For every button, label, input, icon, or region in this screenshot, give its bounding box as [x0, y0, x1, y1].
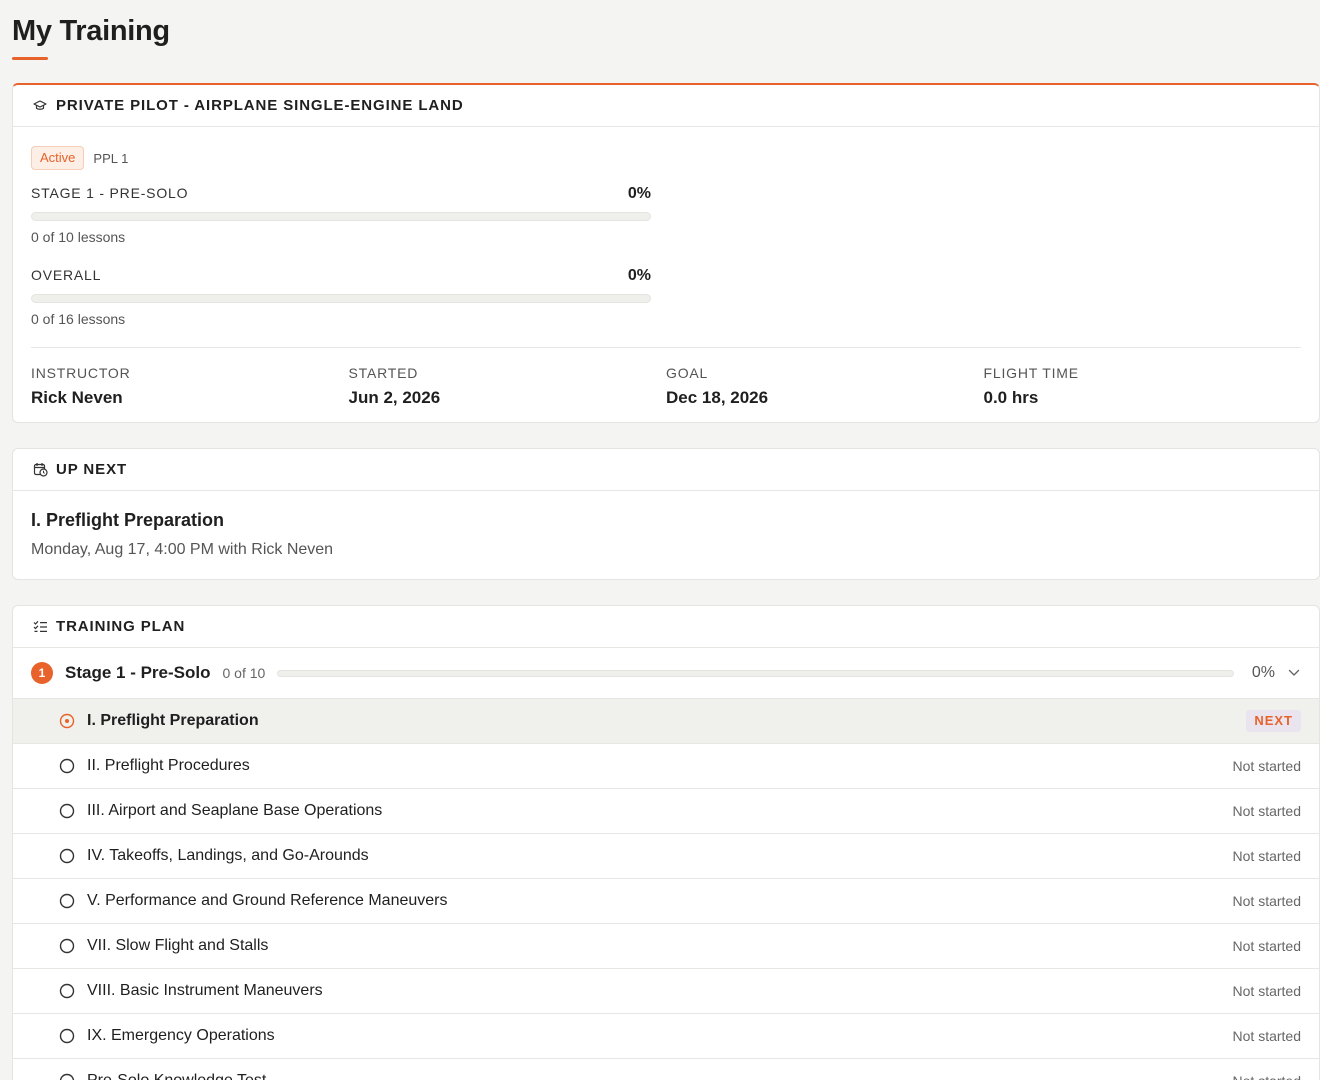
lesson-name: II. Preflight Procedures — [87, 757, 250, 774]
lesson-name: III. Airport and Seaplane Base Operation… — [87, 802, 383, 819]
overall-progress-bar — [31, 294, 651, 303]
meta-value: 0.0 hrs — [983, 388, 1039, 407]
meta-label: STARTED — [348, 365, 419, 381]
program-code: PPL 1 — [93, 150, 129, 166]
training-plan-header: TRAINING PLAN — [13, 606, 1319, 648]
circle-icon — [59, 1073, 75, 1080]
lesson-row[interactable]: III. Airport and Seaplane Base Operation… — [13, 789, 1319, 834]
up-next-lesson[interactable]: I. Preflight Preparation — [31, 510, 1301, 531]
page: My Training PRIVATE PILOT - AIRPLANE SIN… — [12, 0, 1320, 1080]
lesson-row[interactable]: V. Performance and Ground Reference Mane… — [13, 879, 1319, 924]
stage-progress: STAGE 1 - PRE-SOLO 0% 0 of 10 lessons — [31, 185, 651, 245]
next-badge: NEXT — [1246, 710, 1301, 732]
circle-icon — [59, 848, 75, 864]
target-circle-icon — [59, 713, 75, 729]
up-next-card: UP NEXT I. Preflight Preparation Monday,… — [12, 448, 1320, 580]
lesson-name: Pre-Solo Knowledge Test — [87, 1072, 1233, 1080]
divider — [31, 347, 1301, 348]
lesson-name: IV. Takeoffs, Landings, and Go-Arounds — [87, 847, 369, 864]
lesson-row[interactable]: Pre-Solo Knowledge TestNot started — [13, 1059, 1319, 1080]
program-card: PRIVATE PILOT - AIRPLANE SINGLE-ENGINE L… — [12, 83, 1320, 423]
stage-count: 0 of 10 — [222, 665, 266, 681]
overall-progress: OVERALL 0% 0 of 16 lessons — [31, 267, 651, 327]
calendar-clock-icon — [32, 462, 48, 478]
stage-progress-label: STAGE 1 - PRE-SOLO — [31, 185, 189, 201]
up-next-details: Monday, Aug 17, 4:00 PM with Rick Neven — [31, 541, 334, 558]
meta-started: STARTED Jun 2, 2026 — [349, 365, 667, 408]
lesson-name: VII. Slow Flight and Stalls — [87, 937, 269, 954]
program-tags: Active PPL 1 — [31, 145, 1301, 171]
stage-number-badge: 1 — [31, 662, 53, 684]
lesson-list: I. Preflight Preparation NEXT II. Prefligh… — [13, 699, 1319, 1080]
lesson-status: Not started — [1232, 893, 1301, 909]
lesson-status: Not started — [1232, 983, 1301, 999]
circle-icon — [59, 758, 75, 774]
program-card-header: PRIVATE PILOT - AIRPLANE SINGLE-ENGINE L… — [13, 85, 1319, 127]
overall-progress-percent: 0% — [627, 267, 651, 284]
title-underline — [12, 57, 48, 60]
circle-icon — [59, 893, 75, 909]
up-next-title: UP NEXT — [56, 461, 128, 478]
lesson-name: V. Performance and Ground Reference Mane… — [87, 892, 448, 909]
lesson-status: Not started — [1232, 758, 1301, 774]
lesson-row[interactable]: IX. Emergency Operations Not started — [13, 1014, 1319, 1059]
meta-flight-time: FLIGHT TIME 0.0 hrs — [984, 365, 1302, 408]
lesson-name: I. Preflight Preparation — [87, 712, 259, 729]
stage-progress-subtext: 0 of 10 lessons — [31, 229, 126, 245]
chevron-down-icon[interactable] — [1287, 666, 1301, 680]
stage-row[interactable]: 1 Stage 1 - Pre-Solo 0 of 10 0% — [13, 648, 1319, 699]
lesson-name: VIII. Basic Instrument Maneuvers — [87, 982, 323, 999]
meta-instructor: INSTRUCTOR Rick Neven — [31, 365, 349, 408]
checklist-icon — [32, 619, 48, 635]
meta-goal: GOAL Dec 18, 2026 — [666, 365, 984, 408]
status-badge: Active — [31, 146, 85, 170]
circle-icon — [59, 938, 75, 954]
lesson-row[interactable]: II. Preflight Procedures Not started — [13, 744, 1319, 789]
stage-percent: 0% — [1251, 664, 1275, 681]
training-plan-title: TRAINING PLAN — [56, 618, 186, 635]
training-plan-card: TRAINING PLAN 1 Stage 1 - Pre-Solo 0 of … — [12, 605, 1320, 1080]
meta-label: INSTRUCTOR — [31, 365, 131, 381]
graduation-cap-icon — [32, 98, 48, 114]
stage-name: Stage 1 - Pre-Solo — [65, 663, 211, 682]
program-title: PRIVATE PILOT - AIRPLANE SINGLE-ENGINE L… — [56, 97, 464, 114]
up-next-header: UP NEXT — [13, 449, 1319, 491]
circle-icon — [59, 1028, 75, 1044]
lesson-status: Not started — [1232, 803, 1301, 819]
overall-progress-label: OVERALL — [31, 267, 102, 283]
stage-progress-percent: 0% — [627, 185, 651, 202]
circle-icon — [59, 983, 75, 999]
overall-progress-subtext: 0 of 16 lessons — [31, 311, 126, 327]
lesson-row[interactable]: IV. Takeoffs, Landings, and Go-Arounds No… — [13, 834, 1319, 879]
meta-value: Rick Neven — [31, 388, 123, 407]
lesson-status: Not started — [1233, 1073, 1301, 1080]
meta-label: GOAL — [666, 365, 709, 381]
lesson-row[interactable]: VII. Slow Flight and Stalls Not started — [13, 924, 1319, 969]
lesson-status: Not started — [1232, 1028, 1301, 1044]
lesson-status: Not started — [1232, 938, 1301, 954]
circle-icon — [59, 803, 75, 819]
meta-value: Dec 18, 2026 — [666, 388, 769, 407]
page-title: My Training — [12, 15, 170, 47]
stage-progress-bar — [31, 212, 651, 221]
lesson-status: Not started — [1232, 848, 1301, 864]
meta-value: Jun 2, 2026 — [348, 388, 441, 407]
program-meta: INSTRUCTOR Rick Neven STARTED Jun 2, 202… — [31, 365, 1301, 408]
lesson-name: IX. Emergency Operations — [87, 1027, 275, 1044]
meta-label: FLIGHT TIME — [983, 365, 1079, 381]
lesson-row[interactable]: VIII. Basic Instrument Maneuvers Not star… — [13, 969, 1319, 1014]
lesson-row[interactable]: I. Preflight Preparation NEXT — [13, 699, 1319, 744]
stage-bar — [277, 669, 1234, 677]
